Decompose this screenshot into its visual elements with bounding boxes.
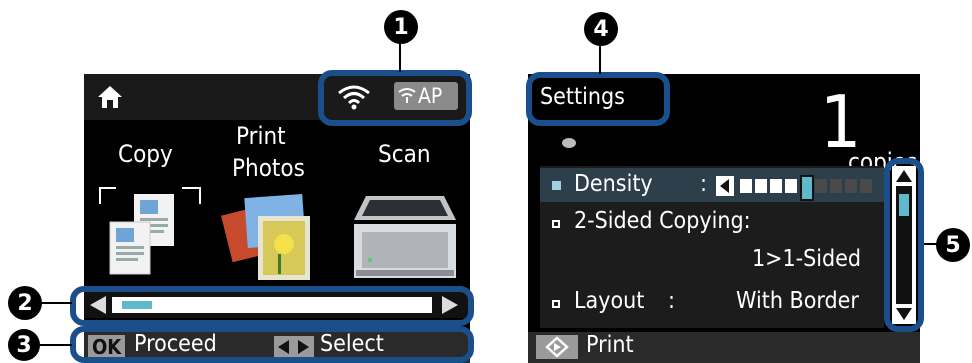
- settings-row-layout[interactable]: Layout : With Border: [540, 286, 884, 324]
- callout-1-leader: [399, 42, 401, 72]
- density-level-track: [740, 175, 880, 201]
- menu-label-print-photos-line2: Photos: [232, 154, 305, 182]
- layout-value: With Border: [736, 288, 859, 314]
- layout-label: Layout: [574, 288, 645, 314]
- indicator-dot: [562, 138, 576, 148]
- copy-menu-item[interactable]: [96, 184, 206, 284]
- print-label: Print: [586, 332, 634, 358]
- callout-3-leader: [40, 344, 72, 346]
- density-separator: :: [700, 171, 707, 197]
- density-current-level: [800, 175, 814, 201]
- two-sided-label: 2-Sided Copying:: [574, 208, 751, 234]
- scan-menu-item[interactable]: [352, 186, 458, 284]
- density-level-segment: [740, 179, 752, 193]
- photo-icon: [221, 194, 310, 280]
- print-photos-menu-item[interactable]: [218, 186, 318, 284]
- density-level-segment: [815, 179, 827, 193]
- density-level-segment: [785, 179, 797, 193]
- settings-row-density[interactable]: Density :: [540, 168, 884, 202]
- home-icon[interactable]: [96, 84, 124, 110]
- callout-2-leader: [40, 302, 72, 304]
- callout-1-box: [318, 70, 472, 126]
- callout-4-number: 4: [584, 12, 618, 46]
- density-level-segment: [755, 179, 767, 193]
- scanner-icon: [354, 196, 456, 278]
- density-slider[interactable]: [716, 175, 884, 201]
- density-label: Density: [574, 171, 653, 197]
- callout-2-box: [70, 286, 474, 326]
- density-decrease-icon[interactable]: [716, 176, 734, 196]
- density-level-segment: [845, 179, 857, 193]
- callout-5-number: 5: [936, 228, 970, 262]
- callout-3-number: 3: [8, 329, 40, 361]
- callout-4-leader: [599, 44, 601, 74]
- two-sided-value: 1>1-Sided: [752, 246, 862, 272]
- density-level-segment: [770, 179, 782, 193]
- callout-2-number: 2: [8, 286, 42, 320]
- settings-row-2-sided[interactable]: 2-Sided Copying: 1>1-Sided: [540, 206, 884, 284]
- row-bullet-icon: [552, 220, 560, 228]
- row-bullet-icon: [552, 300, 560, 308]
- layout-separator: :: [668, 288, 675, 314]
- callout-5-box: [884, 158, 924, 332]
- settings-list[interactable]: Density : 2-Sided Copying: 1>1-Sided Lay…: [540, 166, 884, 328]
- menu-label-scan: Scan: [378, 140, 431, 168]
- density-level-segment: [860, 179, 872, 193]
- callout-4-box: [526, 72, 670, 126]
- density-level-segment: [830, 179, 842, 193]
- menu-label-copy: Copy: [118, 140, 173, 168]
- menu-label-print-photos-line1: Print: [236, 122, 286, 150]
- row-bullet-icon: [552, 181, 561, 190]
- callout-3-box: [70, 326, 474, 363]
- copy-icon: [99, 187, 201, 275]
- start-key-icon: [536, 335, 578, 359]
- callout-1-number: 1: [384, 10, 418, 44]
